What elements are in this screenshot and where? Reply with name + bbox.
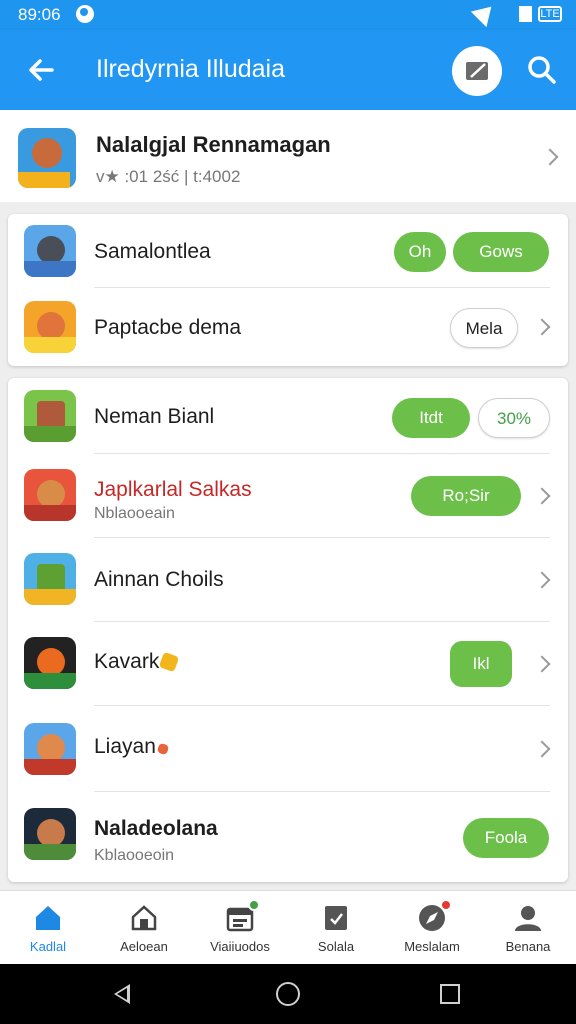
app-name: Liayan: [94, 735, 170, 759]
list-item[interactable]: Naladeolana Kblaooeoin Foola: [8, 792, 568, 882]
chevron-right-icon: [533, 487, 551, 505]
nav-item-home[interactable]: Kadlal: [0, 891, 96, 965]
chevron-right-icon: [533, 318, 551, 336]
game-icon: [18, 128, 76, 188]
game-icon: [24, 469, 76, 521]
app-group-1: Samalontlea Oh Gows Paptacbe dema Mela: [8, 214, 568, 366]
app-action-button[interactable]: Oh: [394, 232, 446, 272]
house-outline-icon: [131, 905, 157, 931]
arrow-left-icon[interactable]: [20, 48, 64, 92]
app-name: Ainnan Choils: [94, 568, 224, 591]
notification-dot: [440, 899, 452, 911]
back-nav-icon[interactable]: [114, 984, 130, 1004]
nav-item-profile[interactable]: Benana: [480, 891, 576, 965]
nav-item-fourth[interactable]: Solala: [288, 891, 384, 965]
app-subtitle: Nblaooeain: [94, 505, 175, 522]
list-item[interactable]: Samalontlea Oh Gows: [8, 214, 568, 288]
game-icon: [24, 723, 76, 775]
list-item[interactable]: Neman Bianl Itdt 30%: [8, 378, 568, 454]
emoji-badge-icon: [159, 651, 180, 673]
app-action-button[interactable]: Ro;Sir: [411, 476, 521, 516]
chevron-right-icon: [533, 740, 551, 758]
edit-icon: [466, 62, 488, 80]
app-name: Naladeolana: [94, 817, 218, 840]
status-bar: 89:06 LTE: [0, 0, 576, 30]
game-icon: [24, 390, 76, 442]
home-nav-icon[interactable]: [276, 982, 300, 1006]
bottom-navigation: Kadlal Aeloean Viaiiuodos Solala Meslala: [0, 890, 576, 964]
nav-item-third[interactable]: Viaiiuodos: [192, 891, 288, 965]
game-icon: [24, 553, 76, 605]
app-action-button[interactable]: Itdt: [392, 398, 470, 438]
status-time: 89:06: [18, 5, 61, 24]
nav-item-second[interactable]: Aeloean: [96, 891, 192, 965]
app-name: Kavark: [94, 650, 180, 674]
list-item[interactable]: Japlkarlal Salkas Nblaooeain Ro;Sir: [8, 454, 568, 538]
app-name: Japlkarlal Salkas: [94, 478, 252, 501]
app-name: Samalontlea: [94, 240, 211, 263]
lte-icon: LTE: [538, 6, 562, 22]
app-name: Paptacbe dema: [94, 316, 242, 339]
app-action-button[interactable]: Ikl: [450, 641, 512, 687]
app-bar: Ilredyrnia Illudaia: [0, 30, 576, 110]
list-item[interactable]: Kavark Ikl: [8, 622, 568, 706]
wifi-icon: [470, 0, 500, 28]
game-icon: [24, 301, 76, 353]
system-navigation-bar: [0, 964, 576, 1024]
list-item[interactable]: Ainnan Choils: [8, 538, 568, 622]
notification-dot: [248, 899, 260, 911]
game-icon: [24, 637, 76, 689]
app-progress-badge[interactable]: 30%: [478, 398, 550, 438]
app-name: Neman Bianl: [94, 405, 215, 428]
header-list-item[interactable]: Nalalgjal Rennamagan v★ :01 2ść | t:4002: [0, 110, 576, 202]
chevron-right-icon: [541, 148, 559, 166]
game-icon: [24, 808, 76, 860]
chevron-right-icon: [533, 655, 551, 673]
header-item-subtitle: v★ :01 2ść | t:4002: [96, 167, 241, 186]
game-icon: [24, 225, 76, 277]
tag-icon: [325, 906, 347, 930]
edit-button[interactable]: [452, 46, 502, 96]
page-title: Ilredyrnia Illudaia: [96, 55, 285, 83]
app-group-2: Neman Bianl Itdt 30% Japlkarlal Salkas N…: [8, 378, 568, 882]
battery-icon: [519, 6, 532, 22]
app-action-button[interactable]: Mela: [450, 308, 518, 348]
nav-item-fifth[interactable]: Meslalam: [384, 891, 480, 965]
emoji-badge-icon: [156, 742, 170, 756]
app-action-button[interactable]: Foola: [463, 818, 549, 858]
app-subtitle: Kblaooeoin: [94, 847, 175, 864]
home-icon: [36, 906, 60, 930]
person-icon: [515, 906, 541, 931]
list-item[interactable]: Liayan: [8, 706, 568, 792]
recents-nav-icon[interactable]: [440, 984, 460, 1004]
list-item[interactable]: Paptacbe dema Mela: [8, 288, 568, 366]
search-icon[interactable]: [520, 48, 564, 92]
app-action-button[interactable]: Gows: [453, 232, 549, 272]
header-item-name: Nalalgjal Rennamagan: [96, 132, 331, 157]
chevron-right-icon: [533, 571, 551, 589]
notification-icon: [76, 5, 94, 23]
